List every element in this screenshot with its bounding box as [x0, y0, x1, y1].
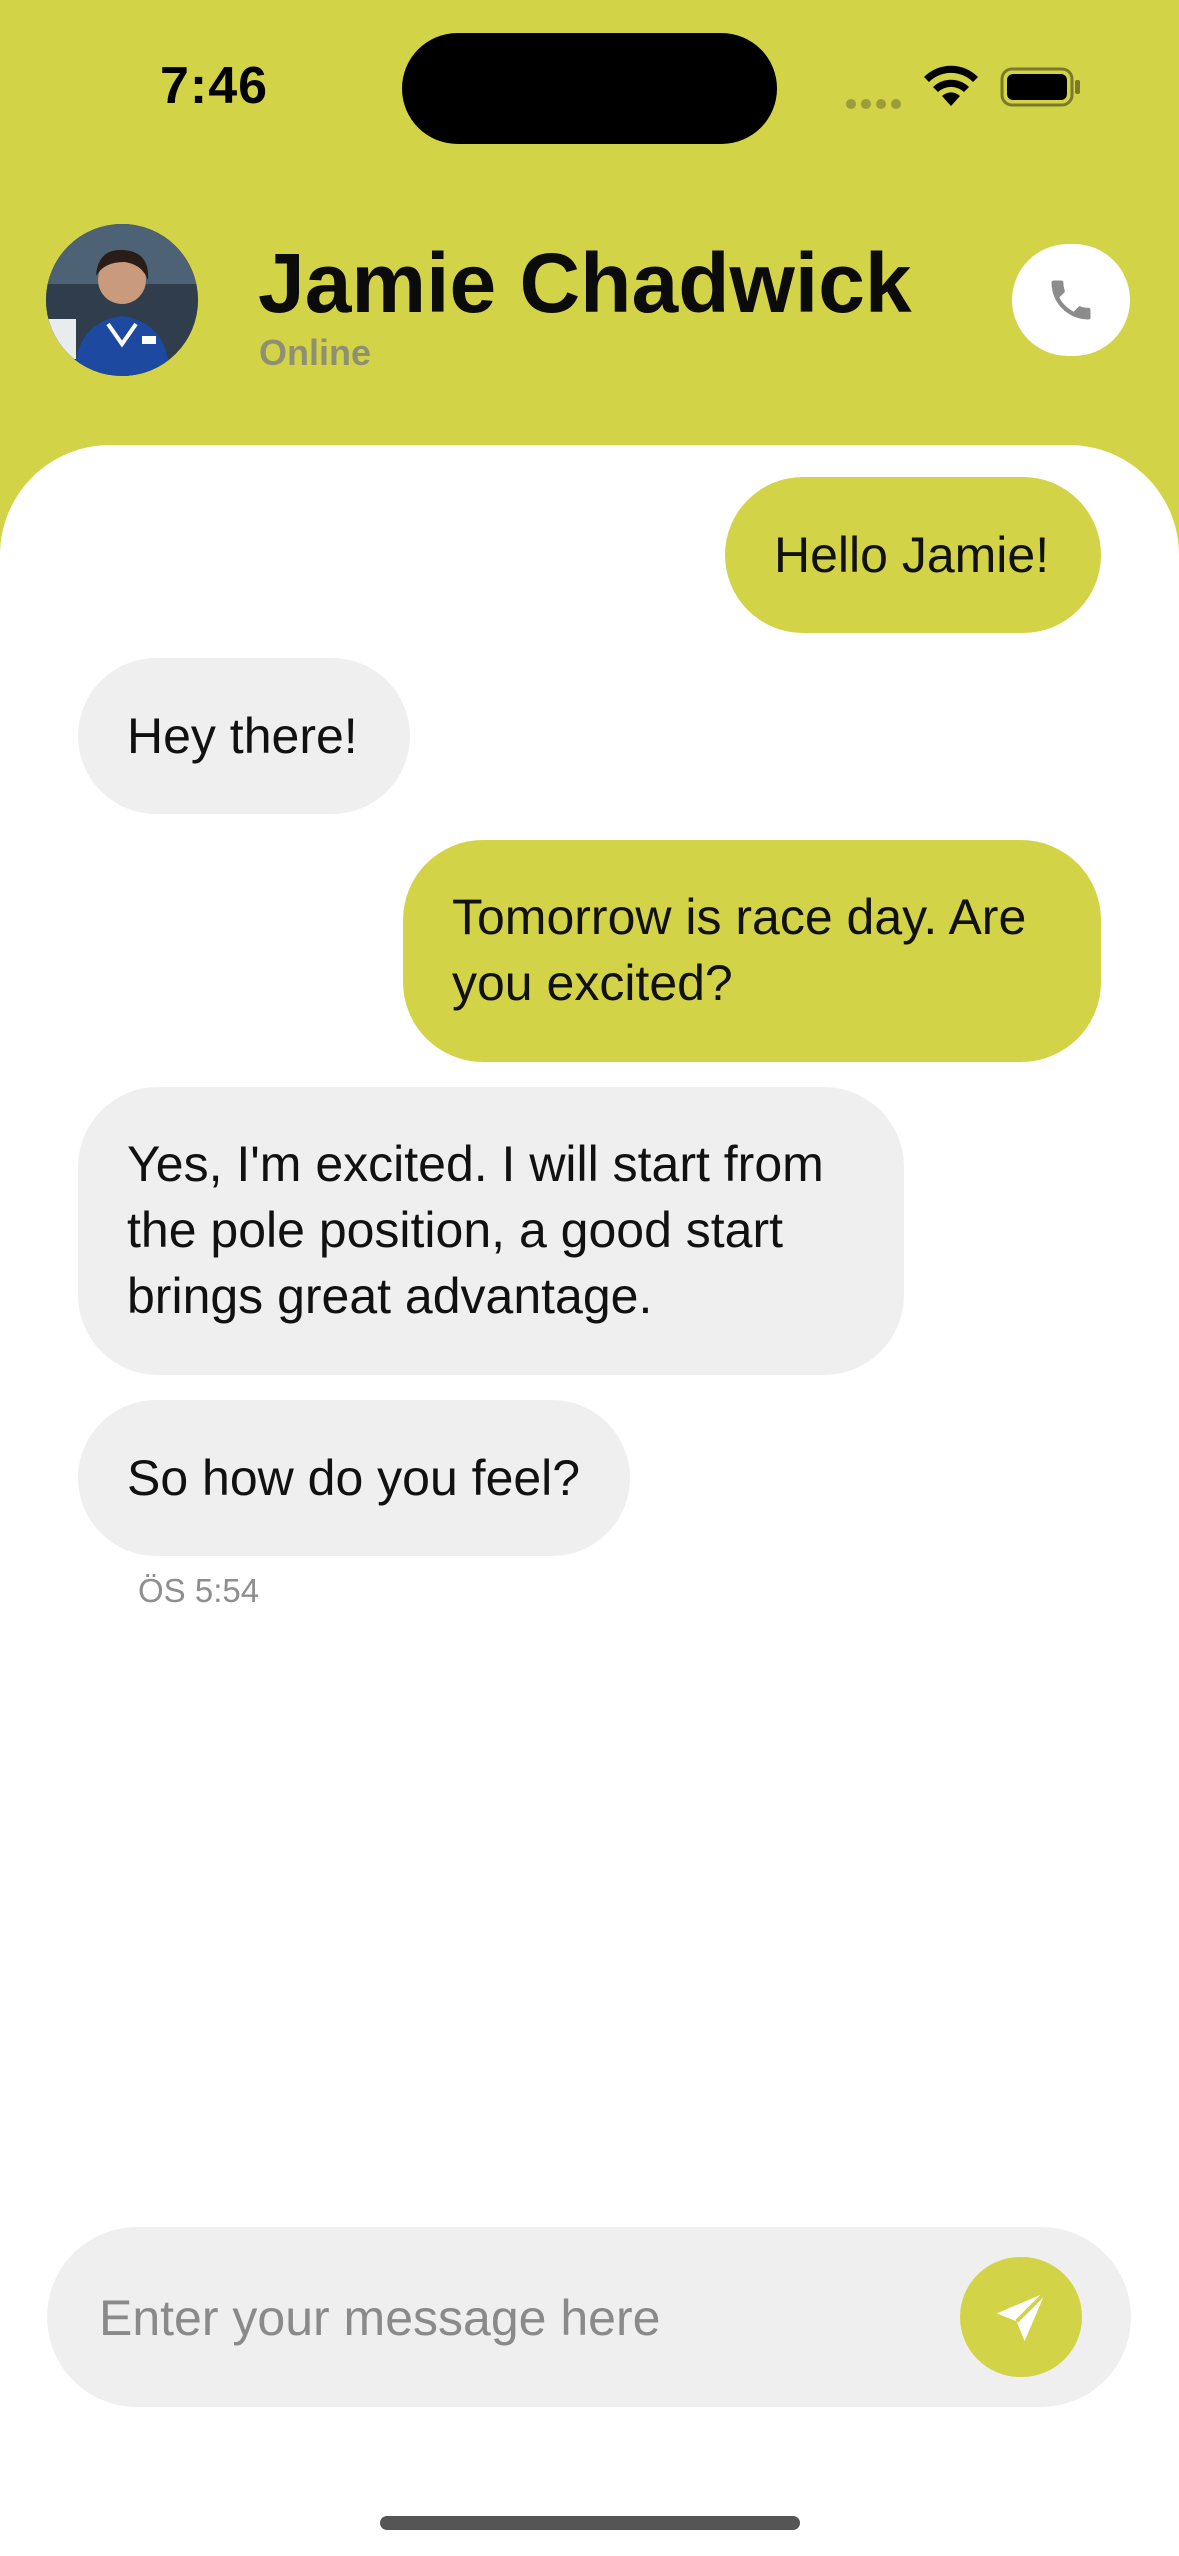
message-bubble-received[interactable]: Hey there! [78, 658, 410, 814]
cellular-signal-icon [846, 96, 906, 109]
send-icon [996, 2291, 1047, 2342]
message-text: Hey there! [127, 708, 358, 764]
message-text: Hello Jamie! [774, 527, 1050, 583]
phone-icon [1051, 280, 1091, 320]
dynamic-island [402, 33, 777, 144]
message-bubble-sent[interactable]: Tomorrow is race day. Are you excited? [403, 840, 1101, 1062]
message-timestamp: ÖS 5:54 [138, 1572, 260, 1609]
message-input[interactable] [97, 2267, 951, 2369]
avatar-image [46, 224, 198, 376]
avatar[interactable] [46, 224, 198, 376]
message-text: So how do you feel? [127, 1450, 581, 1506]
message-bubble-sent[interactable]: Hello Jamie! [725, 477, 1101, 633]
message-composer [47, 2227, 1131, 2407]
contact-name: Jamie Chadwick [258, 236, 912, 330]
home-indicator[interactable] [380, 2516, 800, 2530]
chat-header: Jamie Chadwick Online [0, 200, 1179, 440]
message-bubble-received[interactable]: Yes, I'm excited. I will start from the … [78, 1087, 904, 1375]
call-button[interactable] [1012, 244, 1130, 356]
wifi-icon [924, 65, 978, 106]
status-bar: 7:46 [0, 0, 1179, 160]
message-text: Yes, I'm excited. I will start from the … [127, 1136, 824, 1324]
send-button[interactable] [960, 2257, 1082, 2377]
contact-status: Online [259, 332, 372, 373]
battery-icon [1000, 67, 1080, 107]
status-time: 7:46 [160, 57, 269, 115]
message-bubble-received[interactable]: So how do you feel? [78, 1400, 630, 1556]
message-text: Tomorrow is race day. Are you excited? [452, 889, 1027, 1011]
